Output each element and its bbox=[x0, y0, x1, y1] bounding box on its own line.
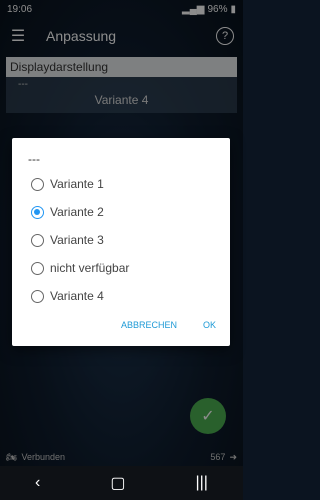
option-label: nicht verfügbar bbox=[50, 261, 130, 275]
cancel-button[interactable]: ABBRECHEN bbox=[121, 320, 177, 330]
option-label: Variante 1 bbox=[50, 177, 104, 191]
radio-button[interactable] bbox=[31, 289, 44, 303]
ok-button[interactable]: OK bbox=[203, 320, 216, 330]
back-icon[interactable]: ‹ bbox=[35, 474, 40, 492]
radio-button[interactable] bbox=[31, 261, 44, 275]
system-nav-bar: ‹ ▢ ||| bbox=[0, 466, 243, 500]
radio-group: Variante 1 Variante 2 Variante 3 nicht v… bbox=[31, 170, 129, 310]
option-nicht-verfuegbar[interactable]: nicht verfügbar bbox=[31, 254, 129, 282]
option-label: Variante 4 bbox=[50, 289, 104, 303]
radio-button[interactable] bbox=[31, 233, 44, 247]
home-icon[interactable]: ▢ bbox=[110, 473, 125, 493]
option-variante-4[interactable]: Variante 4 bbox=[31, 282, 129, 310]
radio-button-selected[interactable] bbox=[31, 205, 44, 219]
option-variante-3[interactable]: Variante 3 bbox=[31, 226, 129, 254]
option-label: Variante 2 bbox=[50, 205, 104, 219]
dialog-actions: ABBRECHEN OK bbox=[121, 320, 216, 330]
selection-dialog: --- Variante 1 Variante 2 Variante 3 nic… bbox=[12, 138, 230, 346]
option-variante-1[interactable]: Variante 1 bbox=[31, 170, 129, 198]
recents-icon[interactable]: ||| bbox=[195, 474, 207, 492]
radio-button[interactable] bbox=[31, 177, 44, 191]
dialog-title: --- bbox=[28, 152, 40, 166]
option-label: Variante 3 bbox=[50, 233, 104, 247]
option-variante-2[interactable]: Variante 2 bbox=[31, 198, 129, 226]
